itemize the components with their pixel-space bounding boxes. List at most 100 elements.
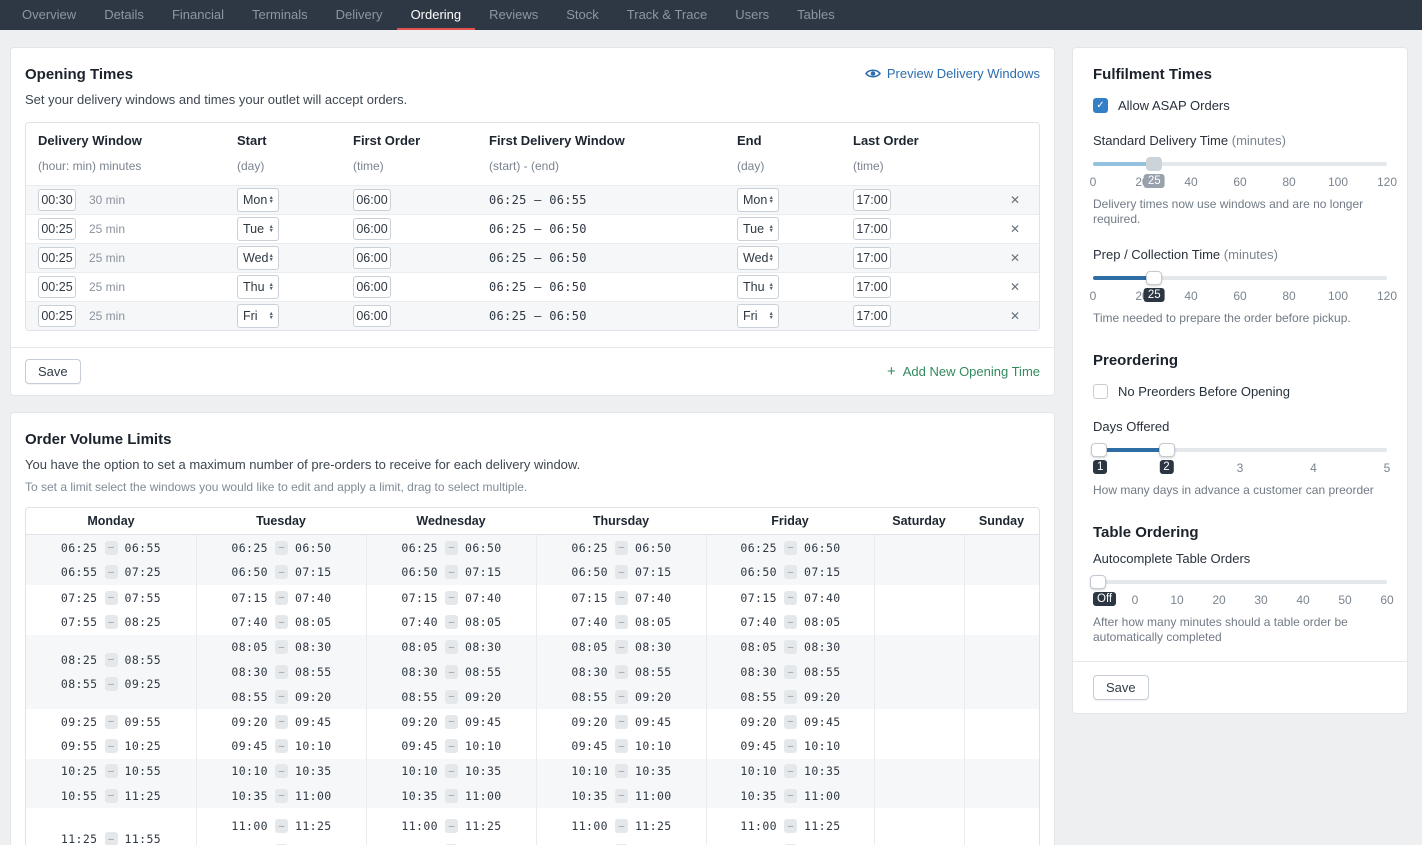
preview-delivery-windows-link[interactable]: Preview Delivery Windows — [865, 66, 1040, 81]
last-order-input[interactable] — [853, 305, 891, 327]
time-window-chip[interactable]: 10:25–10:55 — [61, 759, 161, 784]
allow-asap-orders-checkbox[interactable]: ✓ Allow ASAP Orders — [1093, 98, 1387, 113]
time-window-chip[interactable]: 08:30–08:55 — [231, 660, 331, 685]
first-order-input[interactable] — [353, 247, 391, 269]
time-window-chip[interactable]: 06:25–06:50 — [231, 535, 331, 560]
time-window-chip[interactable]: 08:05–08:30 — [231, 635, 331, 660]
time-window-chip[interactable]: 06:25–06:50 — [571, 535, 671, 560]
end-day-select[interactable]: Mon▲▼ — [737, 188, 779, 212]
time-window-chip[interactable]: 06:25–06:50 — [740, 535, 840, 560]
save-fulfilment-button[interactable]: Save — [1093, 675, 1149, 700]
time-window-chip[interactable]: 09:20–09:45 — [571, 709, 671, 734]
time-window-chip[interactable]: 11:25–11:50 — [401, 839, 501, 845]
last-order-input[interactable] — [853, 218, 891, 240]
start-day-select[interactable]: Wed▲▼ — [237, 246, 279, 270]
last-order-input[interactable] — [853, 276, 891, 298]
time-window-chip[interactable]: 08:55–09:20 — [740, 684, 840, 709]
remove-row-button[interactable]: ✕ — [1010, 309, 1020, 323]
first-order-input[interactable] — [353, 218, 391, 240]
time-window-chip[interactable]: 07:40–08:05 — [740, 610, 840, 635]
time-window-chip[interactable]: 11:25–11:50 — [231, 839, 331, 845]
time-window-chip[interactable]: 08:55–09:20 — [401, 684, 501, 709]
delivery-window-input[interactable] — [38, 247, 76, 269]
tab-tables[interactable]: Tables — [783, 0, 849, 30]
time-window-chip[interactable]: 08:05–08:30 — [571, 635, 671, 660]
time-window-chip[interactable]: 07:25–07:55 — [61, 585, 161, 610]
no-preorders-before-opening-checkbox[interactable]: No Preorders Before Opening — [1093, 384, 1387, 399]
tab-ordering[interactable]: Ordering — [397, 0, 476, 30]
time-window-chip[interactable]: 08:55–09:25 — [61, 672, 161, 697]
remove-row-button[interactable]: ✕ — [1010, 251, 1020, 265]
time-window-chip[interactable]: 11:00–11:25 — [231, 814, 331, 839]
time-window-chip[interactable]: 06:25–06:50 — [401, 535, 501, 560]
end-day-select[interactable]: Wed▲▼ — [737, 246, 779, 270]
time-window-chip[interactable]: 11:25–11:50 — [571, 839, 671, 845]
time-window-chip[interactable]: 09:25–09:55 — [61, 709, 161, 734]
time-window-chip[interactable]: 09:20–09:45 — [401, 709, 501, 734]
time-window-chip[interactable]: 06:50–07:15 — [740, 560, 840, 585]
time-window-chip[interactable]: 10:10–10:35 — [571, 759, 671, 784]
time-window-chip[interactable]: 11:25–11:50 — [740, 839, 840, 845]
time-window-chip[interactable]: 10:10–10:35 — [740, 759, 840, 784]
time-window-chip[interactable]: 07:15–07:40 — [740, 585, 840, 610]
time-window-chip[interactable]: 10:35–11:00 — [740, 784, 840, 809]
time-window-chip[interactable]: 08:05–08:30 — [401, 635, 501, 660]
time-window-chip[interactable]: 06:50–07:15 — [401, 560, 501, 585]
first-order-input[interactable] — [353, 276, 391, 298]
end-day-select[interactable]: Thu▲▼ — [737, 275, 779, 299]
time-window-chip[interactable]: 09:55–10:25 — [61, 734, 161, 759]
save-opening-times-button[interactable]: Save — [25, 359, 81, 384]
time-window-chip[interactable]: 08:30–08:55 — [571, 660, 671, 685]
tab-details[interactable]: Details — [90, 0, 158, 30]
standard-delivery-time-slider[interactable] — [1093, 157, 1387, 171]
time-window-chip[interactable]: 06:25–06:55 — [61, 535, 161, 560]
time-window-chip[interactable]: 09:45–10:10 — [231, 734, 331, 759]
time-window-chip[interactable]: 06:50–07:15 — [571, 560, 671, 585]
prep-collection-time-slider[interactable] — [1093, 271, 1387, 285]
last-order-input[interactable] — [853, 189, 891, 211]
time-window-chip[interactable]: 10:35–11:00 — [571, 784, 671, 809]
days-offered-slider[interactable] — [1093, 443, 1387, 457]
tab-track-trace[interactable]: Track & Trace — [613, 0, 721, 30]
tab-terminals[interactable]: Terminals — [238, 0, 322, 30]
tab-delivery[interactable]: Delivery — [322, 0, 397, 30]
time-window-chip[interactable]: 08:55–09:20 — [231, 684, 331, 709]
tab-stock[interactable]: Stock — [552, 0, 613, 30]
remove-row-button[interactable]: ✕ — [1010, 222, 1020, 236]
time-window-chip[interactable]: 07:15–07:40 — [231, 585, 331, 610]
tab-reviews[interactable]: Reviews — [475, 0, 552, 30]
start-day-select[interactable]: Fri▲▼ — [237, 304, 279, 328]
time-window-chip[interactable]: 10:55–11:25 — [61, 784, 161, 809]
time-window-chip[interactable]: 07:15–07:40 — [571, 585, 671, 610]
start-day-select[interactable]: Tue▲▼ — [237, 217, 279, 241]
remove-row-button[interactable]: ✕ — [1010, 193, 1020, 207]
time-window-chip[interactable]: 10:35–11:00 — [401, 784, 501, 809]
time-window-chip[interactable]: 09:20–09:45 — [231, 709, 331, 734]
remove-row-button[interactable]: ✕ — [1010, 280, 1020, 294]
time-window-chip[interactable]: 08:30–08:55 — [401, 660, 501, 685]
delivery-window-input[interactable] — [38, 218, 76, 240]
slider-handle[interactable] — [1146, 157, 1162, 171]
time-window-chip[interactable]: 10:35–11:00 — [231, 784, 331, 809]
tab-users[interactable]: Users — [721, 0, 783, 30]
time-window-chip[interactable]: 08:30–08:55 — [740, 660, 840, 685]
first-order-input[interactable] — [353, 305, 391, 327]
autocomplete-table-orders-slider[interactable] — [1093, 575, 1387, 589]
time-window-chip[interactable]: 11:00–11:25 — [401, 814, 501, 839]
time-window-chip[interactable]: 06:55–07:25 — [61, 560, 161, 585]
time-window-chip[interactable]: 08:25–08:55 — [61, 647, 161, 672]
time-window-chip[interactable]: 07:40–08:05 — [571, 610, 671, 635]
end-day-select[interactable]: Fri▲▼ — [737, 304, 779, 328]
time-window-chip[interactable]: 07:40–08:05 — [231, 610, 331, 635]
time-window-chip[interactable]: 09:45–10:10 — [401, 734, 501, 759]
delivery-window-input[interactable] — [38, 276, 76, 298]
slider-handle[interactable] — [1090, 575, 1106, 589]
last-order-input[interactable] — [853, 247, 891, 269]
first-order-input[interactable] — [353, 189, 391, 211]
start-day-select[interactable]: Mon▲▼ — [237, 188, 279, 212]
time-window-chip[interactable]: 09:20–09:45 — [740, 709, 840, 734]
slider-handle[interactable] — [1146, 271, 1162, 285]
time-window-chip[interactable]: 09:45–10:10 — [740, 734, 840, 759]
time-window-chip[interactable]: 10:10–10:35 — [231, 759, 331, 784]
tab-financial[interactable]: Financial — [158, 0, 238, 30]
